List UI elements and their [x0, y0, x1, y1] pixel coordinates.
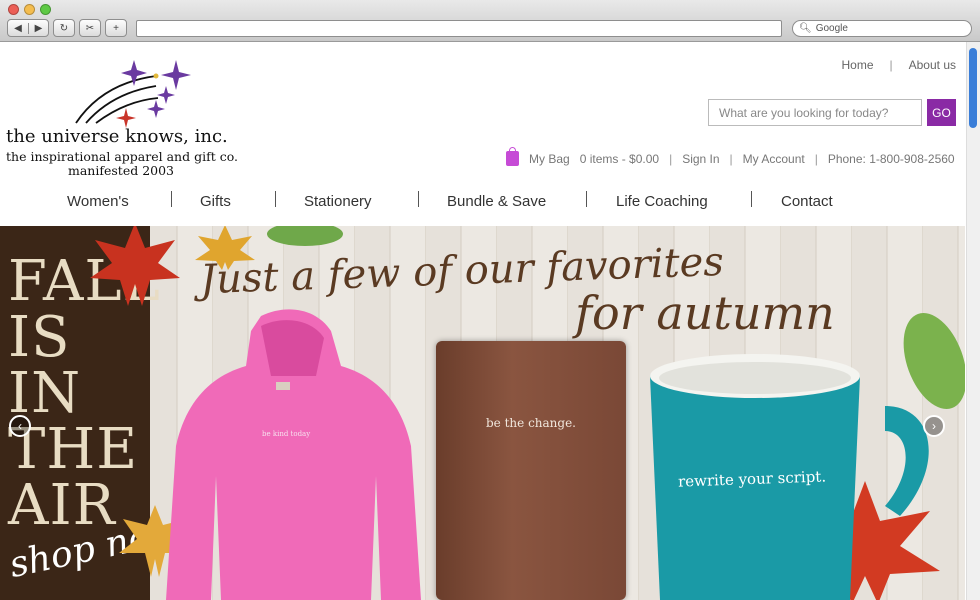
- nav-item-bundle-save[interactable]: Bundle & Save: [447, 193, 546, 210]
- hero-headline-2: for autumn: [575, 286, 835, 340]
- search-go-button[interactable]: GO: [927, 99, 956, 126]
- notebook-image[interactable]: be the change.: [436, 341, 626, 600]
- utility-bar: My Bag 0 items - $0.00 | Sign In | My Ac…: [506, 147, 955, 166]
- nav-divider: [171, 191, 172, 207]
- back-arrow-icon[interactable]: ◀: [8, 23, 28, 34]
- logo-tagline: the inspirational apparel and gift co.: [6, 149, 238, 164]
- site-search-input[interactable]: What are you looking for today?: [708, 99, 922, 126]
- reload-icon: ↻: [59, 22, 69, 34]
- reload-button[interactable]: ↻: [53, 19, 75, 37]
- top-links: Home | About us: [841, 58, 956, 72]
- my-account-link[interactable]: My Account: [743, 152, 805, 166]
- nav-divider: [418, 191, 419, 207]
- nav-item-life-coaching[interactable]: Life Coaching: [616, 193, 708, 210]
- nav-divider: [275, 191, 276, 207]
- magnifier-icon: 🔍︎: [799, 23, 812, 34]
- my-bag-link[interactable]: My Bag: [529, 152, 570, 166]
- bag-summary[interactable]: 0 items - $0.00: [580, 152, 659, 166]
- logo-founded: manifested 2003: [68, 163, 174, 178]
- divider: |: [729, 151, 733, 166]
- carousel-next-button[interactable]: ›: [923, 415, 945, 437]
- back-forward-buttons[interactable]: ◀ ▶: [7, 19, 49, 37]
- plus-icon: +: [113, 22, 119, 34]
- zoom-window-button[interactable]: [40, 4, 51, 15]
- hero-banner[interactable]: FALL IS IN THE AIR shop now! Just a few …: [0, 226, 965, 600]
- browser-search-field[interactable]: 🔍︎ Google: [792, 20, 972, 37]
- new-tab-button[interactable]: +: [105, 19, 127, 37]
- carousel-prev-button[interactable]: ‹: [9, 415, 31, 437]
- scrollbar-thumb[interactable]: [969, 48, 977, 128]
- chevron-right-icon: ›: [932, 419, 936, 433]
- shopping-bag-icon[interactable]: [506, 147, 519, 166]
- minimize-window-button[interactable]: [24, 4, 35, 15]
- divider: |: [669, 151, 673, 166]
- screenshot-button[interactable]: ✂: [79, 19, 101, 37]
- browser-search-placeholder: Google: [815, 23, 848, 34]
- nav-item-stationery[interactable]: Stationery: [304, 193, 372, 210]
- nav-item-womens[interactable]: Women's: [67, 193, 129, 210]
- sign-in-link[interactable]: Sign In: [682, 152, 719, 166]
- close-window-button[interactable]: [8, 4, 19, 15]
- pink-hoodie-image[interactable]: [166, 306, 421, 600]
- home-link[interactable]: Home: [841, 58, 873, 72]
- nav-divider: [751, 191, 752, 207]
- maple-leaf-icon: [90, 226, 180, 306]
- divider: |: [814, 151, 818, 166]
- hoodie-print: be kind today: [262, 430, 311, 438]
- nav-item-contact[interactable]: Contact: [781, 193, 833, 210]
- leaf-icon: [267, 226, 343, 246]
- chevron-left-icon: ‹: [18, 419, 22, 433]
- logo-name[interactable]: the universe knows, inc.: [6, 126, 228, 147]
- nav-divider: [586, 191, 587, 207]
- address-bar[interactable]: [136, 20, 782, 37]
- phone-number: Phone: 1-800-908-2560: [827, 151, 955, 166]
- scissors-icon: ✂: [85, 22, 95, 34]
- divider: |: [889, 58, 893, 72]
- main-navigation: Women's Gifts Stationery Bundle & Save L…: [0, 185, 965, 223]
- forward-arrow-icon[interactable]: ▶: [28, 22, 48, 34]
- nav-item-gifts[interactable]: Gifts: [200, 193, 231, 210]
- notebook-print: be the change.: [486, 416, 576, 430]
- window-controls: [8, 4, 51, 15]
- about-us-link[interactable]: About us: [909, 58, 956, 72]
- browser-toolbar: ◀ ▶ ↻ ✂ + 🔍︎ Google: [0, 0, 980, 42]
